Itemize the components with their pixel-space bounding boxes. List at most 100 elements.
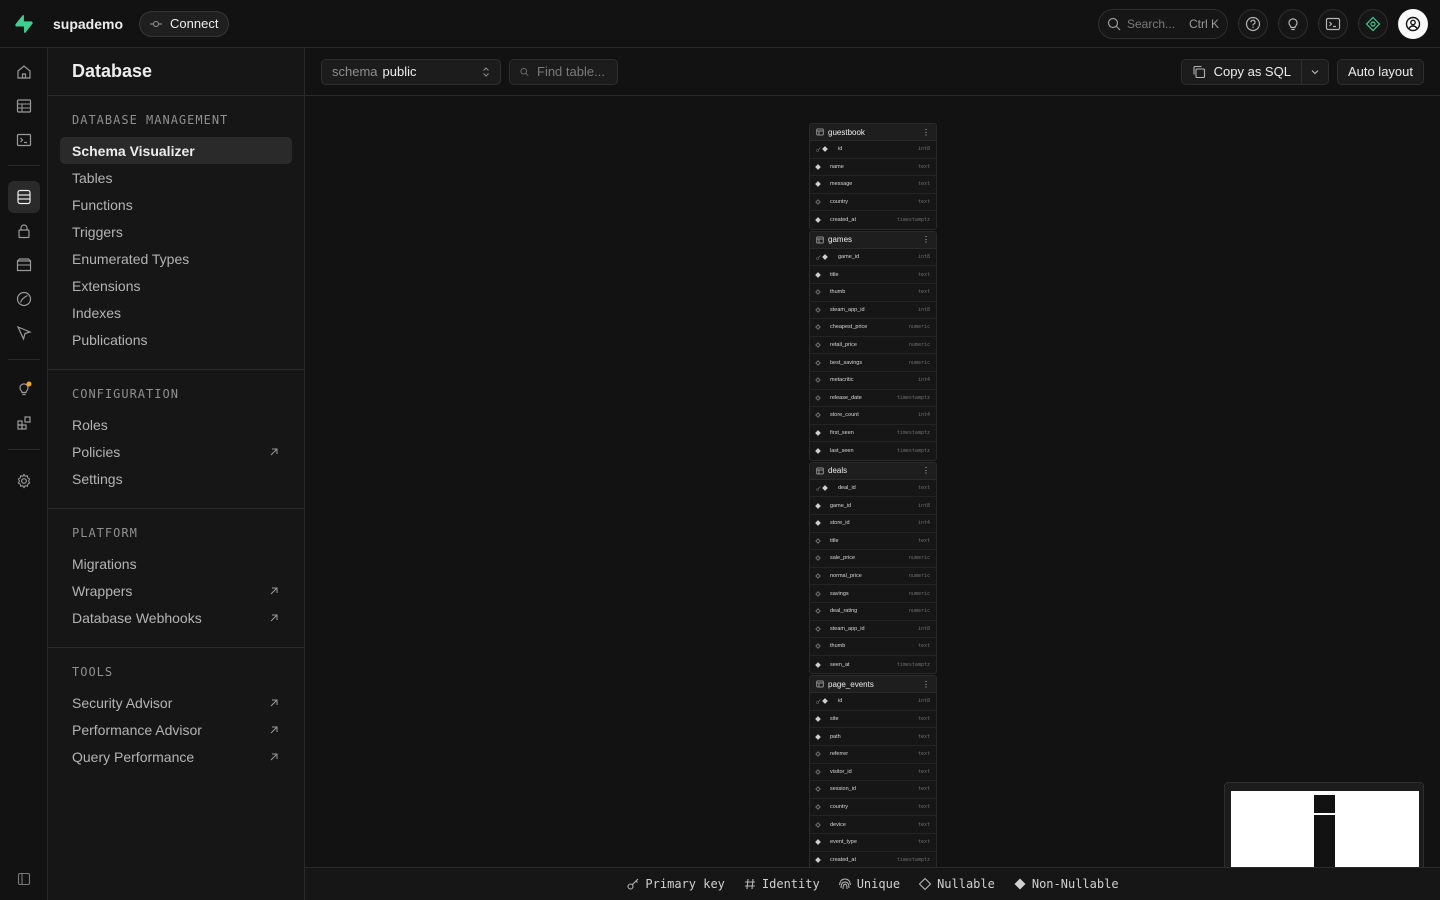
- table-column-row[interactable]: site text: [810, 711, 936, 729]
- table-column-row[interactable]: created_at timestamptz: [810, 211, 936, 229]
- table-column-row[interactable]: title text: [810, 533, 936, 551]
- integrations-nav[interactable]: [8, 407, 40, 439]
- nullable-icon: [815, 590, 830, 597]
- table-column-row[interactable]: thumb text: [810, 284, 936, 302]
- home-nav[interactable]: [8, 56, 40, 88]
- table-column-row[interactable]: message text: [810, 176, 936, 194]
- table-editor-nav[interactable]: [8, 90, 40, 122]
- sidebar-item-security-advisor[interactable]: Security Advisor: [60, 689, 292, 716]
- sidebar-item-settings[interactable]: Settings: [60, 465, 292, 492]
- table-column-row[interactable]: device text: [810, 816, 936, 834]
- sql-editor-nav[interactable]: [8, 124, 40, 156]
- table-column-row[interactable]: best_savings numeric: [810, 354, 936, 372]
- auth-nav[interactable]: [8, 215, 40, 247]
- copy-as-sql-dropdown[interactable]: [1302, 60, 1328, 84]
- sql-editor-button[interactable]: [1318, 9, 1348, 39]
- find-table-input[interactable]: [509, 58, 618, 85]
- sidebar-item-indexes[interactable]: Indexes: [60, 299, 292, 326]
- help-button[interactable]: [1238, 9, 1268, 39]
- more-options-icon[interactable]: ⋮: [922, 680, 930, 689]
- table-node-page_events[interactable]: page_events ⋮ id int8 site text path text referr…: [809, 675, 937, 867]
- table-column-row[interactable]: thumb text: [810, 638, 936, 656]
- copy-as-sql-button[interactable]: Copy as SQL: [1180, 58, 1329, 85]
- table-column-row[interactable]: id int8: [810, 693, 936, 711]
- collapse-sidebar-button[interactable]: [8, 863, 40, 895]
- sidebar-item-schema-visualizer[interactable]: Schema Visualizer: [60, 137, 292, 164]
- supabase-logo-icon[interactable]: [0, 0, 48, 48]
- external-link-icon: [270, 726, 278, 733]
- schema-select[interactable]: schema public: [321, 58, 501, 85]
- table-column-row[interactable]: game_id int8: [810, 249, 936, 267]
- table-node-header[interactable]: deals ⋮: [810, 462, 936, 480]
- primary-key-icon: [816, 254, 830, 260]
- advisors-nav[interactable]: [8, 373, 40, 405]
- table-node-header[interactable]: guestbook ⋮: [810, 124, 936, 141]
- table-column-row[interactable]: normal_price numeric: [810, 568, 936, 586]
- table-column-row[interactable]: game_id int8: [810, 497, 936, 515]
- minimap[interactable]: [1224, 782, 1424, 867]
- database-nav[interactable]: [8, 181, 40, 213]
- sidebar-item-migrations[interactable]: Migrations: [60, 550, 292, 577]
- table-column-row[interactable]: session_id text: [810, 781, 936, 799]
- table-column-row[interactable]: country text: [810, 194, 936, 212]
- sidebar-item-policies[interactable]: Policies: [60, 438, 292, 465]
- table-column-row[interactable]: event_type text: [810, 834, 936, 852]
- copy-as-sql-main[interactable]: Copy as SQL: [1182, 59, 1302, 84]
- storage-nav[interactable]: [8, 249, 40, 281]
- table-column-row[interactable]: metacritic int4: [810, 372, 936, 390]
- table-column-row[interactable]: retail_price numeric: [810, 337, 936, 355]
- table-node-games[interactable]: games ⋮ game_id int8 title text thumb text steam…: [809, 230, 937, 461]
- table-column-row[interactable]: visitor_id text: [810, 764, 936, 782]
- table-column-row[interactable]: cheapest_price numeric: [810, 319, 936, 337]
- table-column-row[interactable]: path text: [810, 728, 936, 746]
- table-column-row[interactable]: deal_rating numeric: [810, 603, 936, 621]
- sidebar-item-wrappers[interactable]: Wrappers: [60, 577, 292, 604]
- find-table-field[interactable]: [537, 64, 607, 79]
- search-input[interactable]: Search... Ctrl K: [1098, 9, 1228, 39]
- more-options-icon[interactable]: ⋮: [922, 235, 930, 244]
- table-column-row[interactable]: sale_price numeric: [810, 550, 936, 568]
- table-column-row[interactable]: created_at timestamptz: [810, 852, 936, 867]
- table-column-row[interactable]: name text: [810, 159, 936, 177]
- table-column-row[interactable]: steam_app_id int8: [810, 302, 936, 320]
- settings-nav[interactable]: [8, 465, 40, 497]
- table-column-row[interactable]: id int8: [810, 141, 936, 159]
- table-column-row[interactable]: steam_app_id int8: [810, 621, 936, 639]
- table-column-row[interactable]: first_seen timestamptz: [810, 425, 936, 443]
- sidebar-item-publications[interactable]: Publications: [60, 326, 292, 353]
- auto-layout-button[interactable]: Auto layout: [1336, 58, 1424, 85]
- realtime-nav[interactable]: [8, 283, 40, 315]
- table-column-row[interactable]: savings numeric: [810, 585, 936, 603]
- user-avatar[interactable]: [1398, 9, 1428, 39]
- schema-canvas[interactable]: guestbook ⋮ id int8 name text message text count…: [305, 96, 1440, 867]
- table-column-row[interactable]: deal_id text: [810, 480, 936, 498]
- sidebar-item-database-webhooks[interactable]: Database Webhooks: [60, 604, 292, 631]
- table-node-deals[interactable]: deals ⋮ deal_id text game_id int8 store_id int4…: [809, 461, 937, 675]
- table-column-row[interactable]: referrer text: [810, 746, 936, 764]
- sidebar-item-extensions[interactable]: Extensions: [60, 272, 292, 299]
- more-options-icon[interactable]: ⋮: [922, 128, 930, 137]
- sidebar-item-functions[interactable]: Functions: [60, 191, 292, 218]
- table-column-row[interactable]: store_count int4: [810, 407, 936, 425]
- sidebar-item-enumerated-types[interactable]: Enumerated Types: [60, 245, 292, 272]
- sidebar-item-tables[interactable]: Tables: [60, 164, 292, 191]
- project-name[interactable]: supademo: [53, 16, 123, 32]
- sidebar-item-performance-advisor[interactable]: Performance Advisor: [60, 716, 292, 743]
- edge-functions-nav[interactable]: [8, 317, 40, 349]
- table-column-row[interactable]: title text: [810, 266, 936, 284]
- more-options-icon[interactable]: ⋮: [922, 466, 930, 475]
- sidebar-item-query-performance[interactable]: Query Performance: [60, 743, 292, 770]
- table-column-row[interactable]: country text: [810, 799, 936, 817]
- sidebar-item-roles[interactable]: Roles: [60, 411, 292, 438]
- table-node-header[interactable]: page_events ⋮: [810, 676, 936, 694]
- table-node-header[interactable]: games ⋮: [810, 231, 936, 249]
- table-column-row[interactable]: store_id int4: [810, 515, 936, 533]
- connect-button[interactable]: Connect: [139, 10, 230, 37]
- table-node-guestbook[interactable]: guestbook ⋮ id int8 name text message text count…: [809, 123, 937, 230]
- table-column-row[interactable]: release_date timestamptz: [810, 390, 936, 408]
- sidebar-item-triggers[interactable]: Triggers: [60, 218, 292, 245]
- assistant-button[interactable]: [1358, 9, 1388, 39]
- table-column-row[interactable]: seen_at timestamptz: [810, 656, 936, 674]
- table-column-row[interactable]: last_seen timestamptz: [810, 442, 936, 460]
- feature-preview-button[interactable]: [1278, 9, 1308, 39]
